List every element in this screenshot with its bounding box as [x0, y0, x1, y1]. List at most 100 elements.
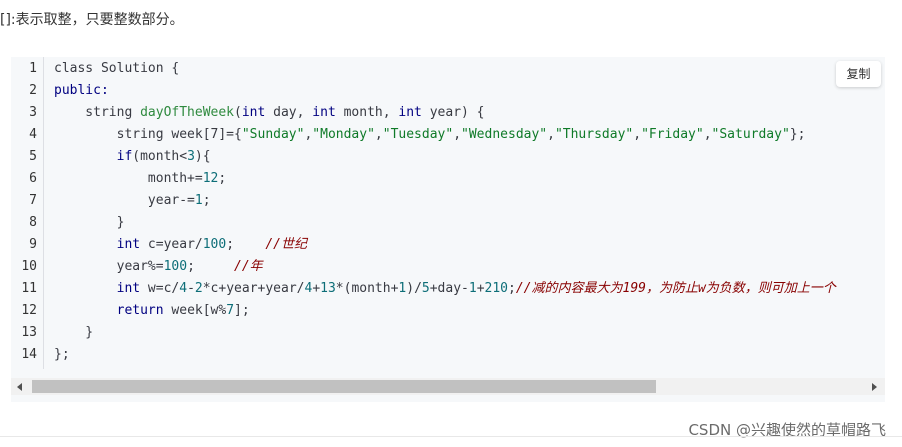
code-token: year) {	[421, 105, 485, 120]
code-token: "Wednesday"	[461, 127, 548, 142]
code-token: )/	[406, 281, 422, 296]
code-token: int	[116, 281, 141, 296]
line-number-gutter: 1 2 3 4 5 6 7 8 9 10 11 12 13 14	[11, 57, 44, 369]
line-number: 5	[29, 149, 37, 164]
code-token: "Monday"	[312, 127, 375, 142]
code-token: ,	[633, 127, 642, 142]
scroll-left-arrow-icon[interactable]	[17, 383, 22, 391]
code-token: }	[54, 325, 94, 340]
code-content[interactable]: class Solution { public: string dayOfTheW…	[43, 57, 883, 369]
code-token: 100	[163, 259, 188, 274]
code-line: };	[54, 344, 70, 366]
line-number: 2	[29, 83, 37, 98]
code-token: (	[234, 105, 242, 120]
scroll-right-arrow-icon[interactable]	[872, 383, 877, 391]
line-number: 4	[29, 127, 37, 142]
code-token: +	[476, 281, 485, 296]
code-token: class Solution {	[54, 61, 180, 76]
line-number: 1	[29, 61, 37, 76]
line-number: 3	[29, 105, 37, 120]
line-number: 11	[21, 281, 37, 296]
code-token: "Sunday"	[241, 127, 305, 142]
code-token: 1	[468, 281, 477, 296]
scrollbar-thumb[interactable]	[32, 380, 656, 393]
code-token: "Saturday"	[711, 127, 790, 142]
code-line: }	[54, 322, 93, 344]
code-line: return week[w%7];	[54, 300, 250, 322]
code-token: ;	[508, 281, 516, 296]
code-token: -	[187, 281, 195, 296]
code-token: ;	[226, 237, 266, 252]
line-number: 14	[21, 347, 37, 362]
code-token: ,	[374, 127, 383, 142]
code-token: 7	[226, 303, 235, 318]
code-line: class Solution {	[54, 58, 179, 80]
code-token: return	[116, 303, 164, 318]
horizontal-scrollbar[interactable]	[11, 378, 885, 395]
line-number: 6	[29, 171, 37, 186]
code-line: }	[54, 212, 125, 234]
code-line: year-=1;	[54, 190, 211, 212]
code-token: ,	[453, 127, 462, 142]
code-token: "Tuesday"	[382, 127, 454, 142]
code-token: ,	[703, 127, 712, 142]
code-token: int	[312, 105, 336, 120]
code-line: string dayOfTheWeek(int day, int month, …	[54, 102, 485, 124]
line-number: 12	[21, 303, 37, 318]
code-token: year%=	[54, 259, 164, 274]
code-token: ){	[194, 149, 211, 164]
code-token: if	[116, 149, 133, 164]
code-token: 4	[179, 281, 188, 296]
code-token: string week[7]={	[54, 127, 242, 142]
intro-text: []:表示取整，只要整数部分。	[0, 12, 184, 28]
code-token: day,	[265, 105, 313, 120]
copy-button[interactable]: 复制	[836, 61, 881, 87]
code-token: "Friday"	[641, 127, 704, 142]
code-line: int c=year/100; //世纪	[54, 234, 307, 256]
code-token: year-=	[54, 193, 195, 208]
code-line: year%=100; //年	[54, 256, 263, 278]
code-token: 1	[194, 193, 203, 208]
code-token: 13	[320, 281, 336, 296]
line-number: 13	[21, 325, 37, 340]
code-line: month+=12;	[54, 168, 226, 190]
code-line: string week[7]={"Sunday","Monday","Tuesd…	[54, 124, 806, 146]
code-token: 5	[421, 281, 430, 296]
code-token: 3	[187, 149, 195, 164]
code-token: month,	[335, 105, 399, 120]
code-token: +day-	[429, 281, 469, 296]
code-token: 2	[194, 281, 203, 296]
code-token: month+=	[54, 171, 203, 186]
code-token: c=year/	[140, 237, 203, 252]
code-token: ;	[202, 193, 211, 208]
code-token: 210	[484, 281, 509, 296]
code-token: int	[116, 237, 141, 252]
code-line: if(month<3){	[54, 146, 211, 168]
code-token: w=c/	[140, 281, 180, 296]
line-number: 10	[21, 259, 37, 274]
code-token: (month<	[132, 149, 188, 164]
code-token: dayOfTheWeek	[140, 105, 235, 120]
code-token: ];	[234, 303, 250, 318]
code-token: //年	[234, 259, 263, 274]
code-token: };	[54, 347, 70, 362]
code-token: +	[312, 281, 321, 296]
code-line: int w=c/4-2*c+year+year/4+13*(month+1)/5…	[54, 278, 836, 300]
line-number: 7	[29, 193, 37, 208]
code-token: ;	[187, 259, 235, 274]
code-token: 100	[202, 237, 227, 252]
code-token: *c+year+year/	[202, 281, 305, 296]
line-number: 9	[29, 237, 37, 252]
code-token: public:	[54, 83, 109, 98]
code-token: }	[54, 215, 125, 230]
code-token: string	[54, 105, 141, 120]
code-token: //世纪	[265, 237, 308, 252]
code-token: "Thursday"	[554, 127, 634, 142]
code-token: week[w%	[163, 303, 227, 318]
code-token: int	[398, 105, 422, 120]
code-token: 12	[202, 171, 219, 186]
